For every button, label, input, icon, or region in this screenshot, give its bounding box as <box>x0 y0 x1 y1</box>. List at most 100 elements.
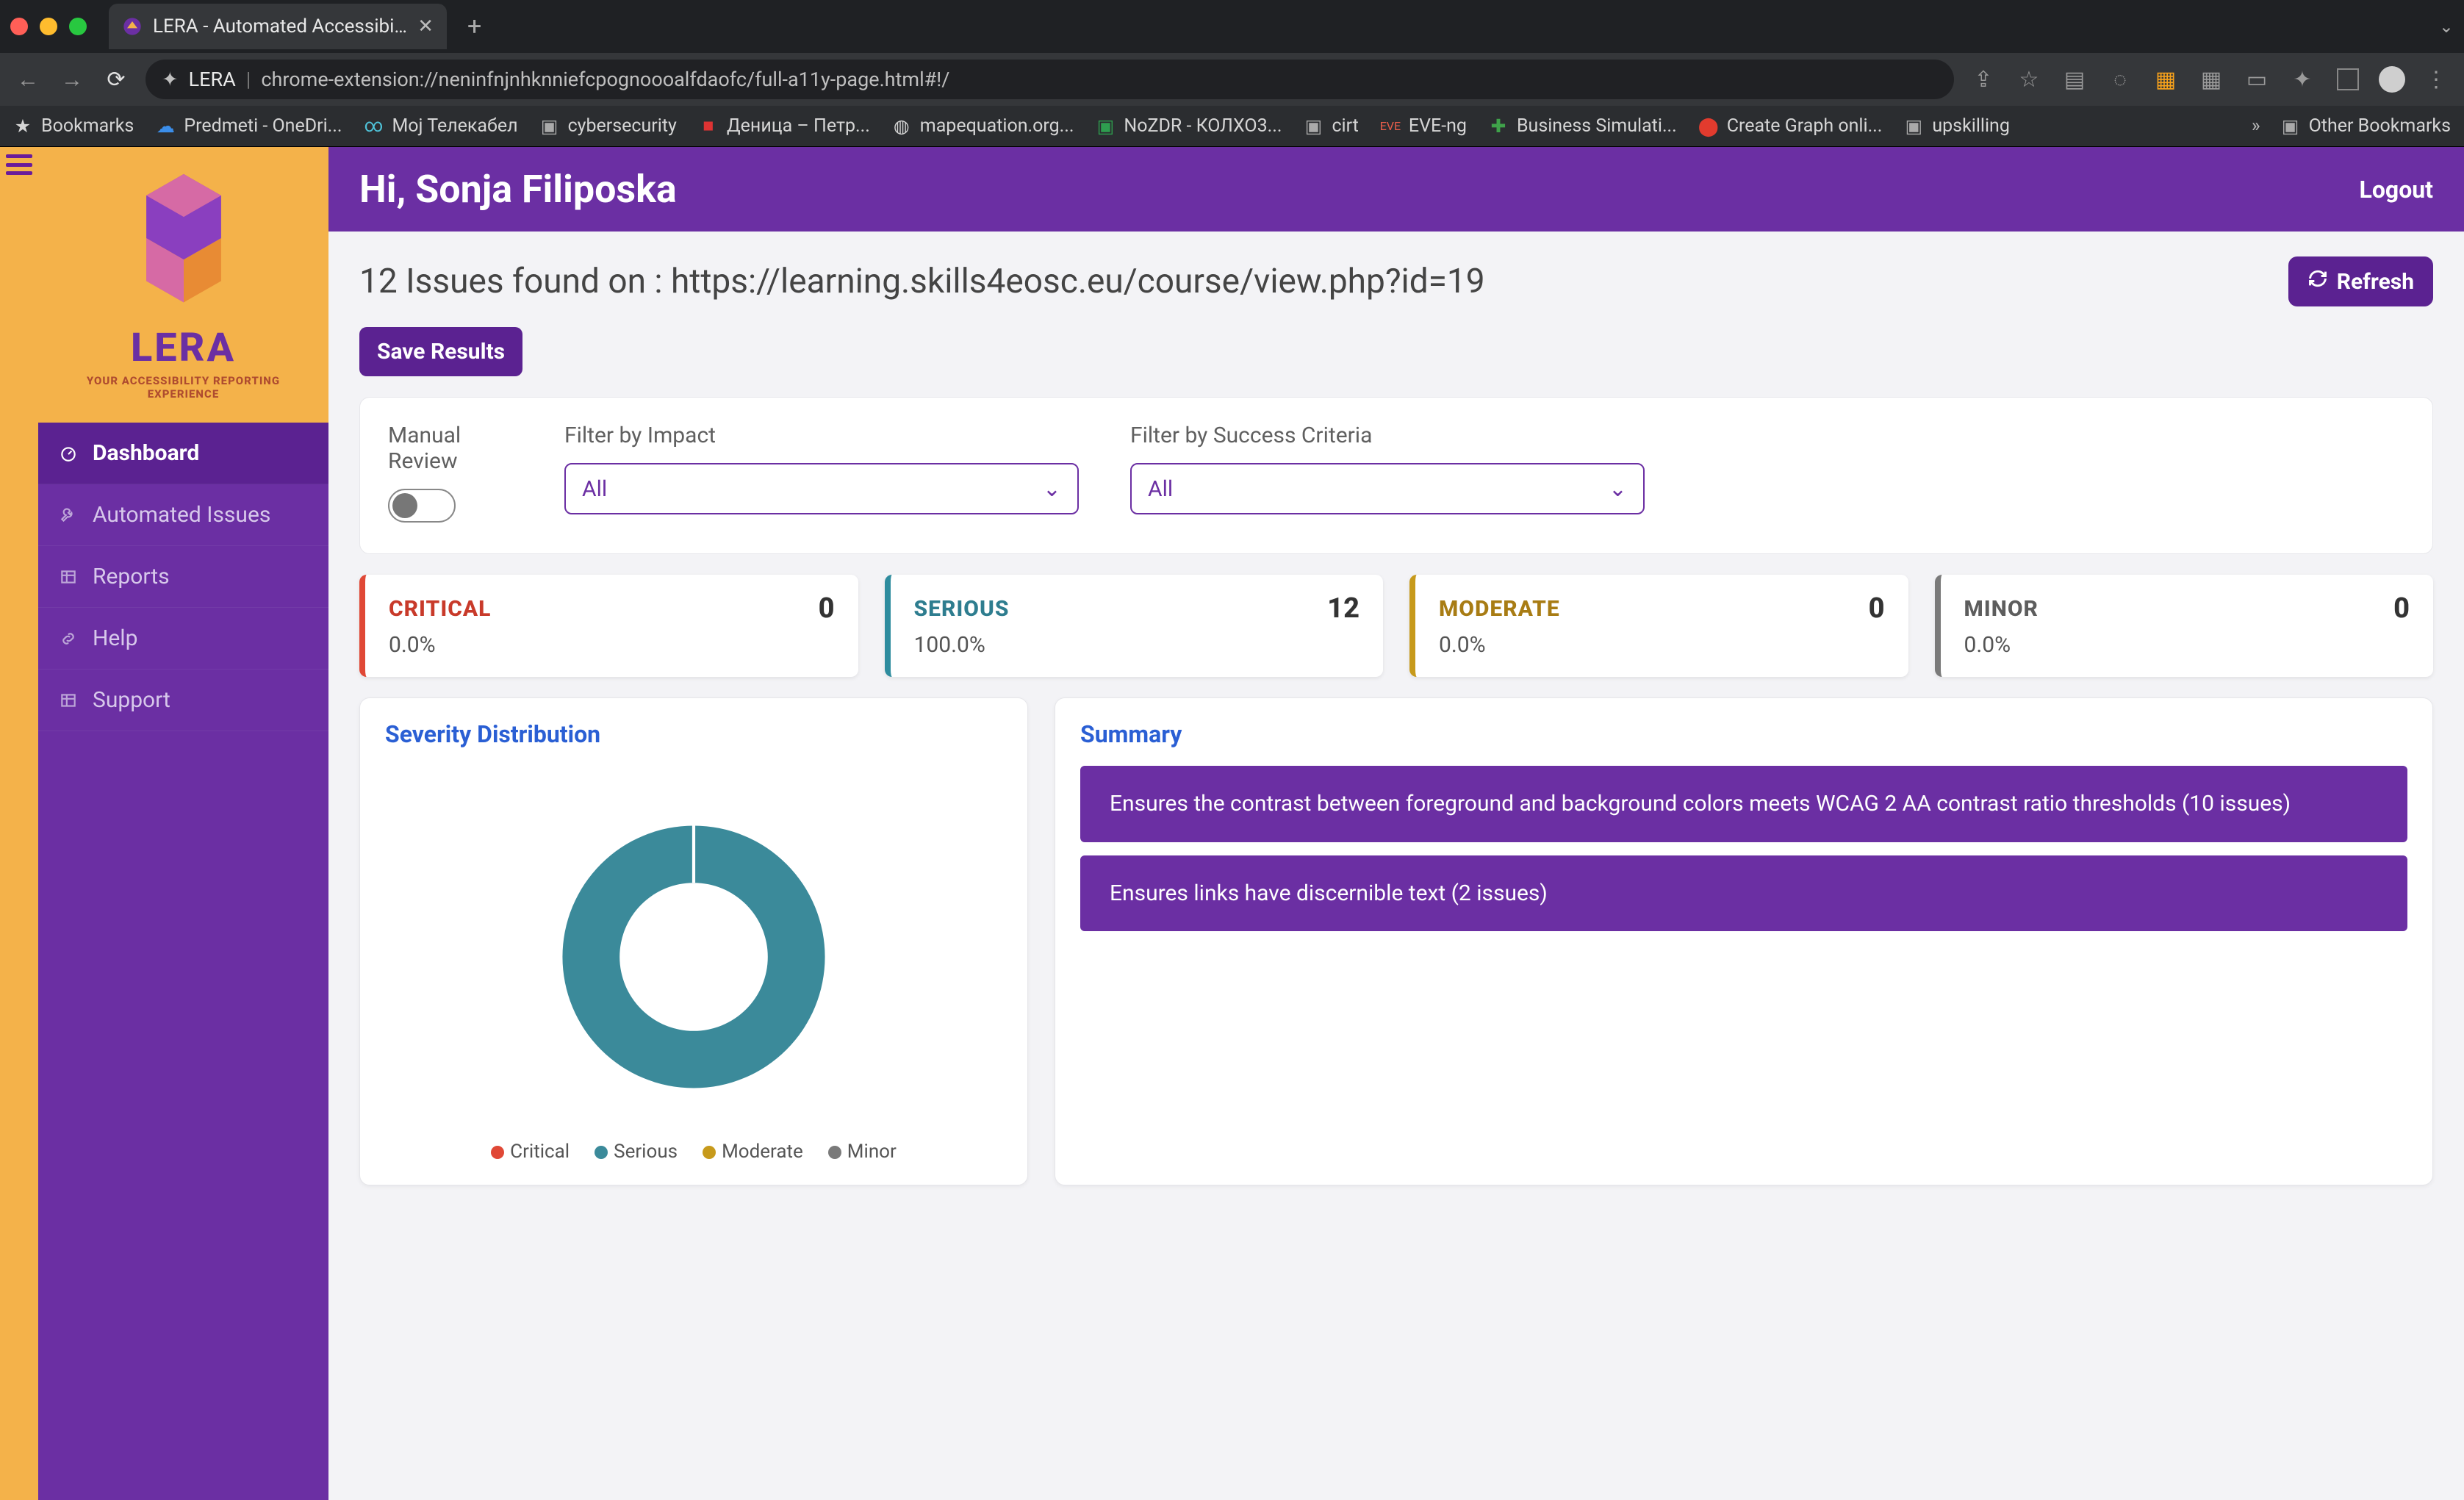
bookmarks-bar: ★ Bookmarks ☁Predmeti - OneDri... ∞Мој Т… <box>0 106 2464 147</box>
bookmark-item[interactable]: ◍mapequation.org... <box>892 115 1074 137</box>
stat-percent: 0.0% <box>1439 632 1885 658</box>
bookmarks-menu[interactable]: ★ Bookmarks <box>13 115 134 137</box>
sidebar-item-dashboard[interactable]: Dashboard <box>38 423 328 484</box>
summary-title: Summary <box>1080 720 2407 748</box>
manual-review-toggle[interactable] <box>388 489 456 523</box>
stats-row: CRITICAL 0 0.0% SERIOUS 12 100.0% MODERA… <box>359 575 2433 677</box>
bookmark-item[interactable]: ✚Business Simulati... <box>1489 115 1677 137</box>
greeting-text: Hi, Sonja Filiposka <box>359 167 677 212</box>
apps-icon[interactable]: ▦ <box>2197 67 2226 93</box>
main-area: Hi, Sonja Filiposka Logout 12 Issues fou… <box>328 147 2464 1500</box>
app-topbar: Hi, Sonja Filiposka Logout <box>328 147 2464 232</box>
forward-icon[interactable]: → <box>57 67 87 93</box>
bookmark-item[interactable]: EVEEVE-ng <box>1381 115 1467 137</box>
sidebar: LERA YOUR ACCESSIBILITY REPORTING EXPERI… <box>38 147 328 1500</box>
star-icon[interactable]: ☆ <box>2014 67 2044 93</box>
wrench-icon <box>57 506 79 525</box>
stat-card-minor: MINOR 0 0.0% <box>1935 575 2434 677</box>
reload-icon[interactable]: ⟳ <box>101 67 131 93</box>
new-tab-button[interactable]: + <box>467 12 481 41</box>
bookmark-item[interactable]: ⬤Create Graph onli... <box>1699 115 1883 137</box>
stat-count: 0 <box>819 592 835 625</box>
filter-criteria-value: All <box>1148 476 1173 502</box>
summary-item[interactable]: Ensures links have discernible text (2 i… <box>1080 855 2407 932</box>
folder-icon: ▣ <box>1304 117 1323 136</box>
table-icon <box>57 691 79 710</box>
bookmark-item[interactable]: ☁Predmeti - OneDri... <box>156 115 342 137</box>
summary-list: Ensures the contrast between foreground … <box>1080 766 2407 931</box>
share-icon[interactable]: ⇪ <box>1969 67 1998 93</box>
gauge-icon <box>57 444 79 463</box>
folder-icon: ▣ <box>1904 117 1923 136</box>
panel-icon[interactable] <box>2333 68 2363 90</box>
browser-tabstrip: LERA - Automated Accessibilit ✕ + <box>109 4 481 49</box>
grid-icon[interactable]: ▦ <box>2151 67 2180 93</box>
legend-item-minor: Minor <box>828 1141 897 1163</box>
hamburger-icon[interactable] <box>6 154 32 175</box>
lower-row: Severity Distribution Critical Serious M… <box>359 697 2433 1185</box>
logout-link[interactable]: Logout <box>2360 176 2433 204</box>
browser-tab[interactable]: LERA - Automated Accessibilit ✕ <box>109 4 447 49</box>
close-window-button[interactable] <box>10 18 28 35</box>
stat-percent: 100.0% <box>914 632 1360 658</box>
window-controls <box>10 18 87 35</box>
kebab-icon[interactable]: ⋮ <box>2421 67 2451 93</box>
sidebar-item-help[interactable]: Help <box>38 608 328 670</box>
save-results-button[interactable]: Save Results <box>359 327 522 376</box>
refresh-label: Refresh <box>2337 269 2414 295</box>
puzzle-icon[interactable]: ✦ <box>2288 67 2317 93</box>
bookmark-item[interactable]: ▣upskilling <box>1904 115 2010 137</box>
filter-impact-select[interactable]: All ⌄ <box>564 463 1079 514</box>
timer-icon[interactable]: ◌ <box>2105 67 2135 93</box>
address-bar[interactable]: ✦ LERA | chrome-extension://neninfnjnhkn… <box>146 60 1954 99</box>
close-tab-icon[interactable]: ✕ <box>417 15 434 37</box>
folder-icon: ▣ <box>540 117 559 136</box>
address-prefix: LERA <box>189 68 236 91</box>
bookmark-item[interactable]: ▣NoZDR - КОЛХО3... <box>1096 115 1282 137</box>
filter-criteria-label: Filter by Success Criteria <box>1130 423 1645 448</box>
stat-percent: 0.0% <box>389 632 835 658</box>
refresh-button[interactable]: Refresh <box>2288 256 2433 306</box>
other-bookmarks[interactable]: ▣Other Bookmarks <box>2281 115 2451 137</box>
bookmark-item[interactable]: ∞Мој Телекабел <box>364 115 517 137</box>
severity-title: Severity Distribution <box>385 720 1002 748</box>
chevron-down-icon: ⌄ <box>1043 476 1061 502</box>
bookmark-item[interactable]: ▣cybersecurity <box>540 115 677 137</box>
brand-block: LERA YOUR ACCESSIBILITY REPORTING EXPERI… <box>38 147 328 423</box>
chevron-down-icon: ⌄ <box>1609 476 1627 502</box>
bookmark-item[interactable]: ▣cirt <box>1304 115 1358 137</box>
bookmarks-overflow[interactable]: » <box>2252 115 2260 137</box>
filter-criteria-group: Filter by Success Criteria All ⌄ <box>1130 423 1645 514</box>
profile-avatar[interactable] <box>2379 66 2405 93</box>
sidebar-item-reports[interactable]: Reports <box>38 546 328 608</box>
legend-item-moderate: Moderate <box>703 1141 803 1163</box>
maximize-window-button[interactable] <box>69 18 87 35</box>
filter-impact-label: Filter by Impact <box>564 423 1079 448</box>
sidebar-item-support[interactable]: Support <box>38 670 328 731</box>
brand-tagline: YOUR ACCESSIBILITY REPORTING EXPERIENCE <box>51 374 315 401</box>
manual-review-label: Manual Review <box>388 423 513 474</box>
filter-criteria-select[interactable]: All ⌄ <box>1130 463 1645 514</box>
brand-name: LERA <box>51 325 315 371</box>
sidebar-item-automated-issues[interactable]: Automated Issues <box>38 484 328 546</box>
site-icon: EVE <box>1381 117 1400 136</box>
back-icon[interactable]: ← <box>13 67 43 93</box>
severity-distribution-panel: Severity Distribution Critical Serious M… <box>359 697 1028 1185</box>
infinity-icon: ∞ <box>364 117 383 136</box>
doc-icon[interactable]: ▭ <box>2242 67 2271 93</box>
sidebar-item-label: Support <box>93 687 170 713</box>
sidebar-item-label: Reports <box>93 564 170 589</box>
expand-icon[interactable]: ⌄ <box>2439 16 2454 37</box>
summary-item[interactable]: Ensures the contrast between foreground … <box>1080 766 2407 842</box>
cloud-icon: ☁ <box>156 117 175 136</box>
bookmark-item[interactable]: ■Деница – Петр... <box>699 115 870 137</box>
sidebar-nav: Dashboard Automated Issues Reports Help … <box>38 423 328 731</box>
stat-count: 0 <box>2393 592 2410 625</box>
save-label: Save Results <box>377 339 505 365</box>
minimize-window-button[interactable] <box>40 18 57 35</box>
tab-title: LERA - Automated Accessibilit <box>153 15 407 37</box>
summary-panel: Summary Ensures the contrast between for… <box>1055 697 2433 1185</box>
site-icon: ■ <box>699 117 718 136</box>
reader-icon[interactable]: ▤ <box>2060 67 2089 93</box>
browser-toolbar: ← → ⟳ ✦ LERA | chrome-extension://neninf… <box>0 53 2464 106</box>
